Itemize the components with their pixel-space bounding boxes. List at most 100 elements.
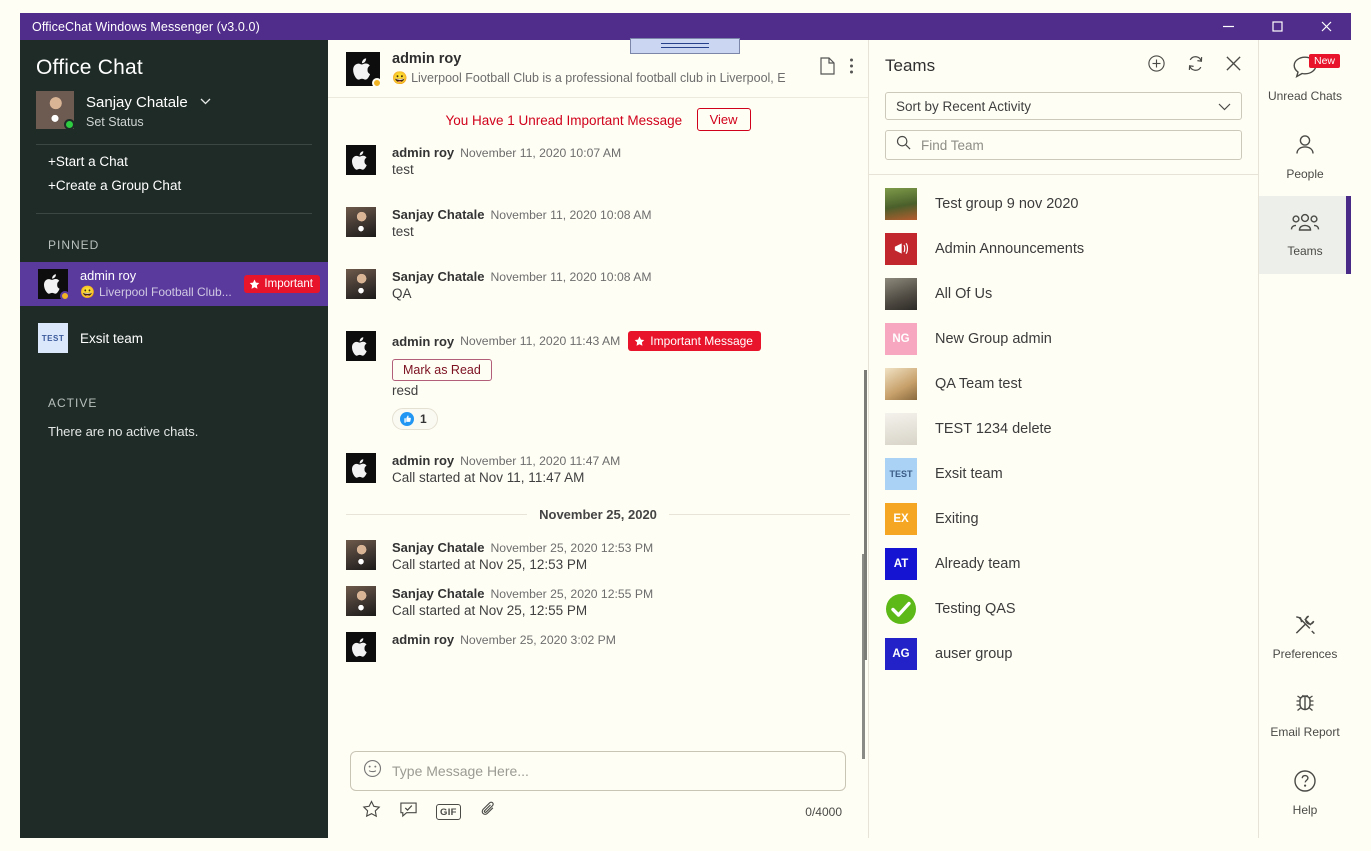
sort-select[interactable]: Sort by Recent Activity <box>885 92 1242 120</box>
team-avatar: AG <box>885 637 917 670</box>
avatar-initials: AG <box>892 647 910 660</box>
rail-label: Preferences <box>1272 647 1338 661</box>
emoji-icon[interactable] <box>363 759 382 783</box>
rail-item-unread-chats[interactable]: New Unread Chats <box>1259 40 1351 118</box>
message-text: Call started at Nov 25, 12:53 PM <box>392 557 588 572</box>
chevron-down-icon[interactable] <box>200 90 211 112</box>
bug-icon <box>1293 691 1317 720</box>
window-title: OfficeChat Windows Messenger (v3.0.0) <box>32 19 260 34</box>
add-team-icon[interactable] <box>1147 54 1166 78</box>
sticker-icon[interactable] <box>399 800 418 824</box>
rail-bottom-group: Preferences Email Report Help <box>1259 598 1351 832</box>
team-list-item[interactable]: All Of Us <box>869 271 1258 316</box>
date-separator-label: November 25, 2020 <box>539 507 657 522</box>
team-list-item[interactable]: AG auser group <box>869 631 1258 676</box>
team-list-item[interactable]: Testing QAS <box>869 586 1258 631</box>
rail-label: Help <box>1292 803 1318 817</box>
chat-title: admin roy <box>392 51 462 68</box>
team-avatar: EX <box>885 502 917 535</box>
message-list[interactable]: admin roy November 11, 2020 10:07 AM tes… <box>328 139 868 769</box>
find-team-input[interactable] <box>921 137 1231 153</box>
message-text: Call started at Nov 25, 12:55 PM <box>392 603 588 618</box>
chat-item-name: Exsit team <box>80 330 144 346</box>
team-name: TEST 1234 delete <box>935 420 1052 437</box>
start-a-chat-button[interactable]: +Start a Chat <box>20 145 328 169</box>
question-circle-icon <box>1293 769 1317 798</box>
gif-icon[interactable]: GIF <box>436 804 461 820</box>
team-avatar <box>885 593 917 625</box>
composer-input-box[interactable] <box>350 751 846 791</box>
avatar-initials: AT <box>893 557 909 570</box>
more-options-icon[interactable] <box>849 57 854 80</box>
avatar-initials: EX <box>893 512 909 525</box>
presence-dot <box>372 77 382 88</box>
team-avatar-image: TEST <box>38 323 68 354</box>
avatar <box>346 145 376 175</box>
message-author: admin roy <box>392 632 455 647</box>
file-icon[interactable] <box>820 57 835 80</box>
chat-list-item-exsit-team[interactable]: TEST Exsit team <box>20 316 328 360</box>
search-icon <box>896 135 911 155</box>
chat-header-actions <box>820 57 854 80</box>
attachment-icon[interactable] <box>479 800 498 824</box>
maximize-button[interactable] <box>1253 13 1302 40</box>
view-unread-button[interactable]: View <box>696 108 751 131</box>
team-list-item[interactable]: Admin Announcements <box>869 226 1258 271</box>
team-name: Exiting <box>935 510 979 527</box>
team-list-item[interactable]: NG New Group admin <box>869 316 1258 361</box>
find-team-box[interactable] <box>885 130 1242 160</box>
message-meta: admin roy November 11, 2020 10:07 AM <box>392 145 850 160</box>
teams-actions <box>1147 54 1242 78</box>
team-avatar: NG <box>885 322 917 355</box>
refresh-icon[interactable] <box>1186 54 1205 78</box>
create-group-chat-button[interactable]: +Create a Group Chat <box>20 169 328 193</box>
minimize-button[interactable] <box>1204 13 1253 40</box>
mark-as-read-button[interactable]: Mark as Read <box>392 359 492 381</box>
star-icon[interactable] <box>362 800 381 824</box>
rail-label: Email Report <box>1270 725 1340 739</box>
chat-item-body: admin roy 😀 Liverpool Football Club... <box>68 268 244 300</box>
rail-item-email-report[interactable]: Email Report <box>1259 676 1351 754</box>
message-row: Sanjay Chatale November 11, 2020 10:08 A… <box>346 269 850 301</box>
message-row: admin roy November 25, 2020 3:02 PM <box>346 632 850 662</box>
team-list-item[interactable]: Test group 9 nov 2020 <box>869 181 1258 226</box>
message-meta: Sanjay Chatale November 11, 2020 10:08 A… <box>392 207 850 222</box>
message-input[interactable] <box>392 763 833 779</box>
current-user-info: Sanjay Chatale Set Status <box>74 90 211 130</box>
message-author: Sanjay Chatale <box>392 207 485 222</box>
rail-item-people[interactable]: People <box>1259 118 1351 196</box>
avatar <box>38 269 70 302</box>
left-sidebar: Office Chat Sanjay Chatale Set Status +S… <box>20 40 328 838</box>
message-timestamp: November 11, 2020 11:47 AM <box>460 453 621 468</box>
important-message-tag: Important Message <box>628 331 761 351</box>
active-empty-message: There are no active chats. <box>48 424 199 440</box>
scroll-indicator-widget[interactable] <box>630 38 740 54</box>
team-list-item[interactable]: AT Already team <box>869 541 1258 586</box>
rail-item-help[interactable]: Help <box>1259 754 1351 832</box>
avatar <box>346 586 376 616</box>
team-list-item[interactable]: TEST 1234 delete <box>869 406 1258 451</box>
composer-toolbar: GIF 0/4000 <box>350 791 846 824</box>
close-icon[interactable] <box>1225 55 1242 77</box>
chat-list-item-admin-roy[interactable]: admin roy 😀 Liverpool Football Club... Im… <box>20 262 328 307</box>
close-button[interactable] <box>1302 13 1351 40</box>
chevron-down-icon <box>1218 99 1231 114</box>
team-list-item[interactable]: QA Team test <box>869 361 1258 406</box>
team-avatar <box>885 367 917 400</box>
team-list-item[interactable]: TEST Exsit team <box>869 451 1258 496</box>
message-body: admin roy November 11, 2020 10:07 AM tes… <box>376 145 850 177</box>
message-timestamp: November 11, 2020 10:07 AM <box>460 145 622 160</box>
reaction-chip[interactable]: 1 <box>392 408 438 430</box>
current-user[interactable]: Sanjay Chatale Set Status <box>20 80 328 131</box>
teams-list[interactable]: Test group 9 nov 2020 Admin Announcement… <box>864 174 1258 814</box>
rail-item-teams[interactable]: Teams <box>1259 196 1351 274</box>
team-list-item[interactable]: EX Exiting <box>869 496 1258 541</box>
message-body: Sanjay Chatale November 25, 2020 12:55 P… <box>376 586 850 618</box>
avatar <box>346 51 382 88</box>
message-timestamp: November 11, 2020 11:43 AM <box>460 334 621 348</box>
message-body: Sanjay Chatale November 11, 2020 10:08 A… <box>376 207 850 239</box>
avatar <box>346 540 376 570</box>
teams-scrollbar[interactable] <box>864 370 867 660</box>
rail-item-preferences[interactable]: Preferences <box>1259 598 1351 676</box>
set-status-link[interactable]: Set Status <box>86 114 211 131</box>
